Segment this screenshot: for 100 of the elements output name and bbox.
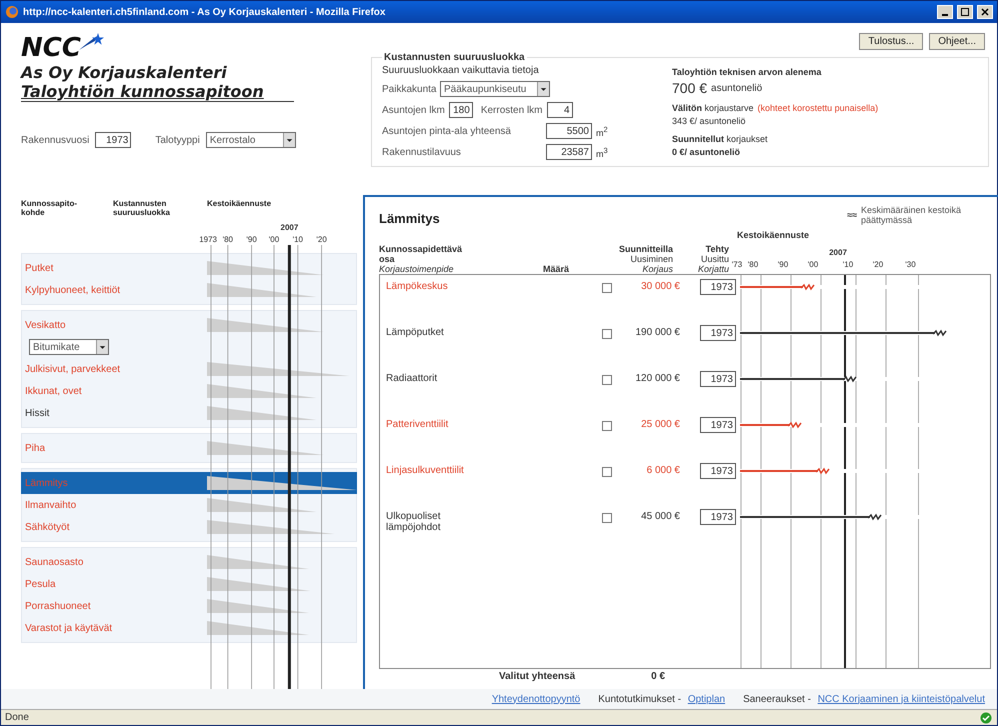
caret-icon — [282, 133, 295, 147]
unit-label: m$^{3}$ — [596, 146, 608, 158]
current-year-label: 2007 — [829, 248, 847, 257]
column-header: Korjattu — [698, 264, 729, 274]
field-label: Rakennustilavuus — [382, 146, 462, 158]
area-field[interactable]: 5500 — [546, 123, 592, 139]
field-label: Paikkakunta — [382, 84, 436, 94]
link-prefix: Kuntotutkimukset - — [598, 694, 682, 704]
apartments-field[interactable]: 180 — [448, 102, 473, 118]
part-name: Lämpökeskus — [386, 281, 449, 292]
summary-title: Suunnitellut korjaukset — [672, 134, 769, 144]
checkbox[interactable] — [602, 421, 612, 431]
panel-label: Suuruusluokkaan vaikuttavia tietoja — [382, 65, 540, 76]
column-header: Kustannusten suuruusluokka — [113, 199, 171, 219]
sidebar-item[interactable]: Porrashuoneet — [21, 600, 91, 612]
sidebar-item[interactable]: Putket — [21, 262, 54, 274]
year-field[interactable]: 1973 — [700, 325, 736, 341]
column-header: Kestoikäennuste — [207, 199, 272, 208]
floors-field[interactable]: 4 — [546, 102, 572, 118]
year-field[interactable]: 1973 — [700, 463, 736, 479]
caret-icon — [96, 340, 108, 354]
current-year-label: 2007 — [280, 223, 298, 232]
year-tick: '20 — [316, 235, 327, 244]
end-mark-icon — [843, 375, 857, 383]
year-tick: '20 — [872, 260, 884, 269]
year-tick: '80 — [748, 260, 758, 269]
column-header: Tehty — [706, 244, 729, 254]
year-tick: '00 — [268, 235, 280, 244]
logo-text: NCC — [21, 33, 81, 63]
checkbox[interactable] — [602, 283, 612, 293]
sidebar-item[interactable]: Piha — [21, 442, 46, 454]
sidebar-item[interactable]: Vesikatto — [21, 320, 66, 330]
legend-mark: ≈≈ — [847, 210, 857, 220]
sidebar-item[interactable]: Hissit — [21, 408, 50, 418]
sidebar-item[interactable]: Ilmanvaihto — [21, 500, 76, 510]
summary-value: 0 €/ asuntoneliö — [672, 147, 742, 157]
sidebar-item[interactable]: Ikkunat, ovet — [21, 386, 82, 396]
checkbox[interactable] — [602, 329, 612, 339]
year-field[interactable]: 1973 — [700, 279, 736, 295]
footer-link[interactable]: Yhteydenottopyyntö — [492, 694, 580, 704]
close-button[interactable] — [977, 5, 993, 19]
field-label: Talotyyppi — [155, 134, 200, 146]
toolbar-button[interactable]: Ohjeet... — [929, 33, 985, 50]
location-select[interactable]: Pääkaupunkiseutu — [440, 81, 550, 97]
volume-field[interactable]: 23587 — [546, 144, 592, 160]
minimize-button[interactable] — [937, 5, 953, 19]
end-mark-icon — [788, 421, 802, 429]
toolbar-button[interactable]: Tulostus... — [859, 33, 924, 50]
summary-unit: asuntoneliö — [711, 82, 762, 94]
checkbox[interactable] — [602, 467, 612, 477]
end-mark-icon — [868, 513, 882, 521]
caret-icon — [537, 82, 549, 96]
summary-value: 700 € — [672, 80, 708, 96]
part-name: Ulkopuoliset lämpöjohdot — [386, 511, 442, 533]
window-title: http://ncc-kalenteri.ch5finland.com - As Oy Korjauskalenteri - Mozilla Firefox — [23, 6, 386, 18]
footer-link[interactable]: NCC Korjaaminen ja kiinteistöpalvelut — [818, 694, 985, 704]
total-value: 0 € — [651, 671, 666, 684]
section-title: Lämmitys — [379, 211, 440, 226]
sidebar-item[interactable]: Saunaosasto — [21, 556, 84, 568]
sidebar-item[interactable]: Sähkötyöt — [21, 522, 70, 532]
year-tick: '90 — [778, 260, 788, 269]
panel-legend: Kustannusten suuruusluokka — [382, 52, 527, 63]
end-mark-icon — [933, 329, 947, 337]
roof-type-select[interactable]: Bitumikate — [29, 339, 109, 355]
column-header: Kunnossapito-kohde — [21, 199, 78, 219]
year-tick: '80 — [222, 235, 234, 244]
year-field[interactable]: 1973 — [700, 509, 736, 525]
footer-link[interactable]: Optiplan — [688, 694, 726, 704]
checkbox[interactable] — [602, 513, 612, 523]
summary-value: 343 €/ asuntoneliö — [672, 116, 747, 126]
cost-value: 45 000 € — [641, 511, 680, 522]
field-label: Rakennusvuosi — [21, 134, 90, 146]
check-icon — [979, 712, 993, 724]
year-field[interactable]: 1973 — [95, 132, 132, 148]
maximize-button[interactable] — [957, 5, 973, 19]
maximize-icon — [961, 8, 969, 16]
sidebar-item[interactable]: Pesula — [21, 578, 56, 590]
legend-text: Keskimääräinen kestoikä päättymässä — [861, 205, 962, 225]
summary-title: Taloyhtiön teknisen arvon alenema — [672, 67, 822, 77]
part-name: Radiaattorit — [386, 373, 438, 384]
end-mark-icon — [800, 283, 814, 291]
column-header: Kunnossapidettävä osa — [379, 244, 464, 264]
field-label: Asuntojen lkm — [382, 104, 445, 116]
year-tick: '30 — [905, 260, 916, 269]
cost-value: 190 000 € — [636, 327, 680, 338]
app-subtitle: Taloyhtiön kunnossapitoon — [21, 82, 294, 102]
sidebar-item[interactable]: Kylpyhuoneet, keittiöt — [21, 284, 120, 296]
column-header: Uusiminen — [630, 254, 673, 264]
close-icon — [981, 8, 989, 16]
field-label: Kerrosten lkm — [480, 104, 542, 116]
checkbox[interactable] — [602, 375, 612, 385]
year-field[interactable]: 1973 — [700, 371, 736, 387]
house-type-select[interactable]: Kerrostalo — [206, 132, 296, 148]
year-field[interactable]: 1973 — [700, 417, 736, 433]
sidebar-item[interactable]: Julkisivut, parvekkeet — [21, 364, 120, 374]
browser-icon — [5, 5, 19, 19]
year-tick: '10 — [292, 235, 304, 244]
sidebar-item[interactable]: Varastot ja käytävät — [21, 622, 112, 634]
year-tick: '90 — [246, 235, 257, 244]
cost-value: 6 000 € — [646, 465, 680, 476]
